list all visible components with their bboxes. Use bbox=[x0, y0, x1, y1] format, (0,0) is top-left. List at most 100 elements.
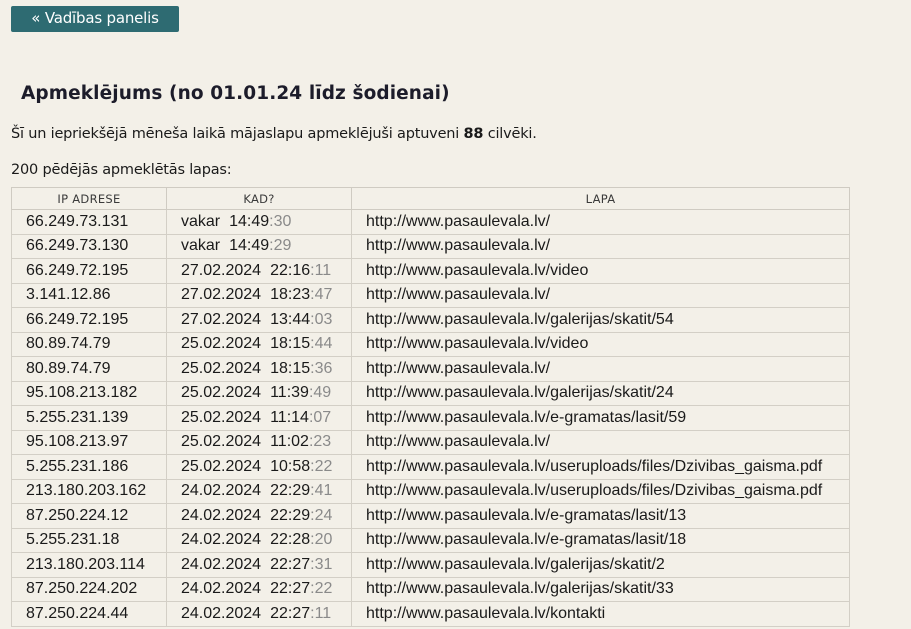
visited-page-url: http://www.pasaulevala.lv/e-gramatas/las… bbox=[351, 503, 850, 529]
visit-date: 25.02.2024 bbox=[181, 433, 262, 451]
ip-address-cell: 213.180.203.162 bbox=[11, 478, 167, 504]
visit-seconds: :07 bbox=[308, 408, 332, 426]
visit-seconds: :31 bbox=[310, 555, 333, 573]
visit-seconds: :22 bbox=[310, 580, 333, 598]
table-row: 87.250.224.44 24.02.2024 22:27:11 http://ww… bbox=[11, 601, 850, 627]
visits-table: IP ADRESE KAD? LAPA 66.249.73.131 vakar 14… bbox=[11, 187, 850, 627]
summary-text-before: Šī un iepriekšējā mēneša laikā mājaslapu… bbox=[11, 126, 464, 142]
ip-address-cell: 66.249.73.131 bbox=[11, 209, 167, 235]
visit-time-cell: 25.02.2024 18:15:36 bbox=[166, 356, 352, 382]
visit-seconds: :20 bbox=[310, 531, 333, 549]
table-row: 95.108.213.182 25.02.2024 11:39:49 http://w… bbox=[11, 380, 850, 406]
visit-date: 24.02.2024 bbox=[181, 604, 262, 622]
visit-date: 24.02.2024 bbox=[181, 555, 262, 573]
visit-time-cell: vakar 14:49:29 bbox=[166, 233, 352, 259]
visited-page-url: http://www.pasaulevala.lv/e-gramatas/las… bbox=[351, 527, 850, 553]
visit-seconds: :49 bbox=[308, 384, 332, 402]
visited-page-url: http://www.pasaulevala.lv/useruploads/fi… bbox=[351, 454, 850, 480]
visit-seconds: :22 bbox=[310, 457, 333, 475]
visit-time-cell: 24.02.2024 22:29:41 bbox=[166, 478, 352, 504]
header-page: LAPA bbox=[351, 187, 850, 210]
visit-time-cell: 25.02.2024 11:14:07 bbox=[166, 405, 352, 431]
visit-date: 25.02.2024 bbox=[181, 408, 262, 426]
visitor-summary: Šī un iepriekšējā mēneša laikā mājaslapu… bbox=[11, 126, 537, 142]
visit-hours-minutes: 11:14 bbox=[270, 408, 309, 426]
table-row: 3.141.12.86 27.02.2024 18:23:47 http://www.… bbox=[11, 282, 850, 308]
visit-date: 25.02.2024 bbox=[181, 335, 262, 353]
visit-hours-minutes: 22:27 bbox=[270, 555, 311, 573]
visit-time-cell: 24.02.2024 22:28:20 bbox=[166, 527, 352, 553]
visited-page-url: http://www.pasaulevala.lv/e-gramatas/las… bbox=[351, 405, 850, 431]
table-row: 80.89.74.79 25.02.2024 18:15:44 http://www.… bbox=[11, 331, 850, 357]
visit-hours-minutes: 18:15 bbox=[270, 359, 311, 377]
visit-seconds: :30 bbox=[269, 212, 292, 230]
visit-time-cell: 25.02.2024 18:15:44 bbox=[166, 331, 352, 357]
visited-page-url: http://www.pasaulevala.lv/video bbox=[351, 258, 850, 284]
recent-pages-caption: 200 pēdējās apmeklētās lapas: bbox=[11, 162, 232, 178]
ip-address-cell: 3.141.12.86 bbox=[11, 282, 167, 308]
visited-page-url: http://www.pasaulevala.lv/ bbox=[351, 233, 850, 259]
visit-time-cell: 24.02.2024 22:27:31 bbox=[166, 552, 352, 578]
table-row: 5.255.231.186 25.02.2024 10:58:22 http://ww… bbox=[11, 454, 850, 480]
table-row: 5.255.231.18 24.02.2024 22:28:20 http://www… bbox=[11, 527, 850, 553]
visit-seconds: :36 bbox=[310, 359, 333, 377]
visit-seconds: :11 bbox=[310, 604, 332, 622]
table-row: 66.249.72.195 27.02.2024 22:16:11 http://ww… bbox=[11, 258, 850, 284]
visit-hours-minutes: 22:27 bbox=[270, 580, 311, 598]
ip-address-cell: 87.250.224.12 bbox=[11, 503, 167, 529]
visit-date: 24.02.2024 bbox=[181, 482, 262, 500]
visit-hours-minutes: 14:49 bbox=[229, 237, 270, 255]
visit-time-cell: 25.02.2024 11:02:23 bbox=[166, 429, 352, 455]
back-to-dashboard-button[interactable]: « Vadības panelis bbox=[11, 6, 179, 32]
table-row: 66.249.73.131 vakar 14:49:30 http://www.pas… bbox=[11, 209, 850, 235]
visit-date: 27.02.2024 bbox=[181, 310, 262, 328]
ip-address-cell: 5.255.231.139 bbox=[11, 405, 167, 431]
visit-hours-minutes: 22:27 bbox=[270, 604, 311, 622]
table-row: 66.249.73.130 vakar 14:49:29 http://www.pas… bbox=[11, 233, 850, 259]
ip-address-cell: 66.249.73.130 bbox=[11, 233, 167, 259]
visit-time-cell: 25.02.2024 10:58:22 bbox=[166, 454, 352, 480]
visit-seconds: :44 bbox=[310, 335, 333, 353]
visit-hours-minutes: 22:16 bbox=[270, 261, 311, 279]
visit-time-cell: 27.02.2024 18:23:47 bbox=[166, 282, 352, 308]
visit-hours-minutes: 22:29 bbox=[270, 506, 311, 524]
ip-address-cell: 5.255.231.18 bbox=[11, 527, 167, 553]
visit-hours-minutes: 10:58 bbox=[270, 457, 311, 475]
header-when: KAD? bbox=[166, 187, 352, 210]
table-row: 213.180.203.114 24.02.2024 22:27:31 http://… bbox=[11, 552, 850, 578]
visit-date: 27.02.2024 bbox=[181, 286, 262, 304]
visited-page-url: http://www.pasaulevala.lv/ bbox=[351, 429, 850, 455]
visit-time-cell: 24.02.2024 22:27:22 bbox=[166, 576, 352, 602]
table-row: 66.249.72.195 27.02.2024 13:44:03 http://ww… bbox=[11, 307, 850, 333]
visit-time-cell: 24.02.2024 22:29:24 bbox=[166, 503, 352, 529]
visit-hours-minutes: 22:29 bbox=[270, 482, 311, 500]
table-header-row: IP ADRESE KAD? LAPA bbox=[11, 187, 850, 210]
visited-page-url: http://www.pasaulevala.lv/galerijas/skat… bbox=[351, 552, 850, 578]
header-ip: IP ADRESE bbox=[11, 187, 167, 210]
visit-hours-minutes: 13:44 bbox=[270, 310, 311, 328]
ip-address-cell: 95.108.213.97 bbox=[11, 429, 167, 455]
visit-date: 24.02.2024 bbox=[181, 531, 262, 549]
ip-address-cell: 66.249.72.195 bbox=[11, 307, 167, 333]
ip-address-cell: 87.250.224.44 bbox=[11, 601, 167, 627]
table-row: 213.180.203.162 24.02.2024 22:29:41 http://… bbox=[11, 478, 850, 504]
visit-hours-minutes: 11:39 bbox=[270, 384, 309, 402]
visit-seconds: :24 bbox=[310, 506, 333, 524]
summary-text-after: cilvēki. bbox=[483, 126, 537, 142]
visited-page-url: http://www.pasaulevala.lv/ bbox=[351, 356, 850, 382]
ip-address-cell: 80.89.74.79 bbox=[11, 356, 167, 382]
visit-seconds: :41 bbox=[310, 482, 333, 500]
table-row: 87.250.224.202 24.02.2024 22:27:22 http://w… bbox=[11, 576, 850, 602]
ip-address-cell: 213.180.203.114 bbox=[11, 552, 167, 578]
visit-date: 25.02.2024 bbox=[181, 359, 262, 377]
ip-address-cell: 66.249.72.195 bbox=[11, 258, 167, 284]
visited-page-url: http://www.pasaulevala.lv/galerijas/skat… bbox=[351, 307, 850, 333]
table-row: 5.255.231.139 25.02.2024 11:14:07 http://ww… bbox=[11, 405, 850, 431]
visit-seconds: :11 bbox=[310, 261, 332, 279]
ip-address-cell: 80.89.74.79 bbox=[11, 331, 167, 357]
ip-address-cell: 95.108.213.182 bbox=[11, 380, 167, 406]
visit-time-cell: 27.02.2024 13:44:03 bbox=[166, 307, 352, 333]
visit-time-cell: 25.02.2024 11:39:49 bbox=[166, 380, 352, 406]
visited-page-url: http://www.pasaulevala.lv/video bbox=[351, 331, 850, 357]
visit-time-cell: 27.02.2024 22:16:11 bbox=[166, 258, 352, 284]
